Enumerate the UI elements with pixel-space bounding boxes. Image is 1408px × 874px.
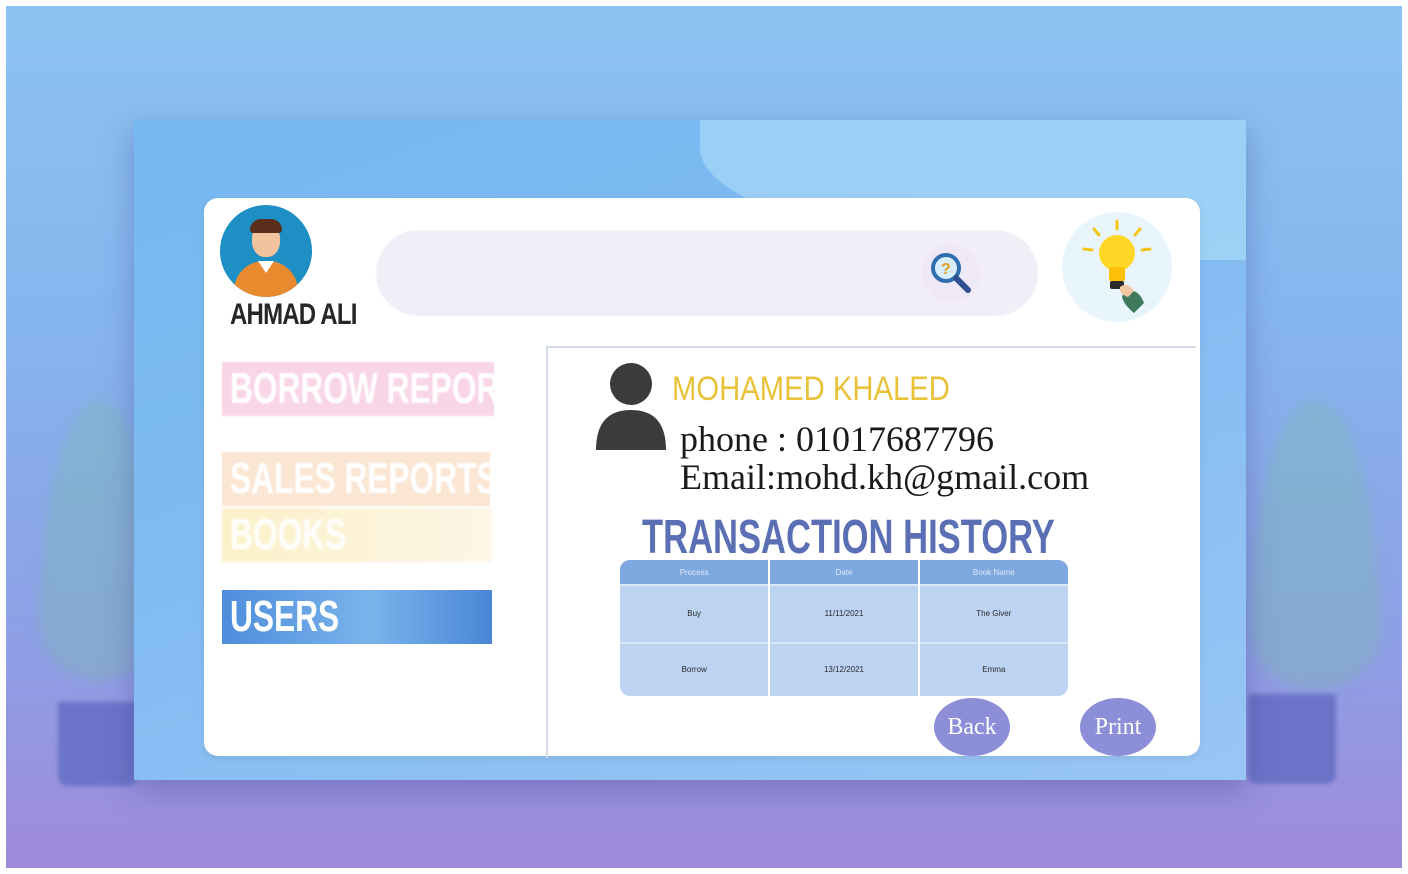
table-cell: The Giver xyxy=(917,584,1068,643)
table-row[interactable]: Borrow 13/12/2021 Emma xyxy=(620,641,1068,696)
person-icon xyxy=(596,363,666,450)
back-button[interactable]: Back xyxy=(934,698,1010,756)
table-cell: Buy xyxy=(620,584,770,643)
sidebar-item-sales-reports[interactable]: SALES REPORTS xyxy=(222,452,490,506)
sidebar-item-borrow-reports[interactable]: BORROW REPORTS xyxy=(222,362,494,416)
customer-phone: phone : 01017687796 xyxy=(680,419,994,459)
table-cell: Emma xyxy=(917,641,1068,696)
search-question-icon: ? xyxy=(931,253,971,293)
sidebar-item-books[interactable]: BOOKS xyxy=(222,508,492,562)
table-cell: 13/12/2021 xyxy=(768,641,919,696)
sidebar-item-label: BOOKS xyxy=(230,510,347,559)
user-avatar[interactable] xyxy=(220,205,312,297)
tip-button[interactable] xyxy=(1062,212,1172,322)
sidebar-item-label: BORROW REPORTS xyxy=(230,364,494,413)
table-header-row: Process Date Book Name xyxy=(620,560,1068,585)
customer-name: MOHAMED KHALED xyxy=(672,370,950,408)
table-cell: 11/11/2021 xyxy=(768,584,919,643)
sidebar-item-label: SALES REPORTS xyxy=(230,454,490,503)
search-button[interactable]: ? xyxy=(922,244,980,302)
svg-text:?: ? xyxy=(941,261,951,278)
sidebar-item-label: USERS xyxy=(230,592,340,641)
column-header-date: Date xyxy=(768,560,919,585)
customer-email: Email:mohd.kh@gmail.com xyxy=(680,457,1090,497)
pot-right-decoration xyxy=(1248,694,1336,784)
table-row[interactable]: Buy 11/11/2021 The Giver xyxy=(620,584,1068,643)
table-cell: Borrow xyxy=(620,641,770,696)
transaction-history-title: TRANSACTION HISTORY xyxy=(642,511,1055,564)
column-header-process: Process xyxy=(620,560,770,585)
column-header-book-name: Book Name xyxy=(917,560,1068,585)
current-user-name: AHMAD ALI xyxy=(230,298,357,331)
sidebar-item-users[interactable]: USERS xyxy=(222,590,492,644)
transaction-table: Process Date Book Name Buy 11/11/2021 Th… xyxy=(620,560,1068,696)
plant-right-decoration xyxy=(1250,400,1380,690)
print-button[interactable]: Print xyxy=(1080,698,1156,756)
lightbulb-icon xyxy=(1082,219,1152,313)
pot-left-decoration xyxy=(58,702,138,786)
